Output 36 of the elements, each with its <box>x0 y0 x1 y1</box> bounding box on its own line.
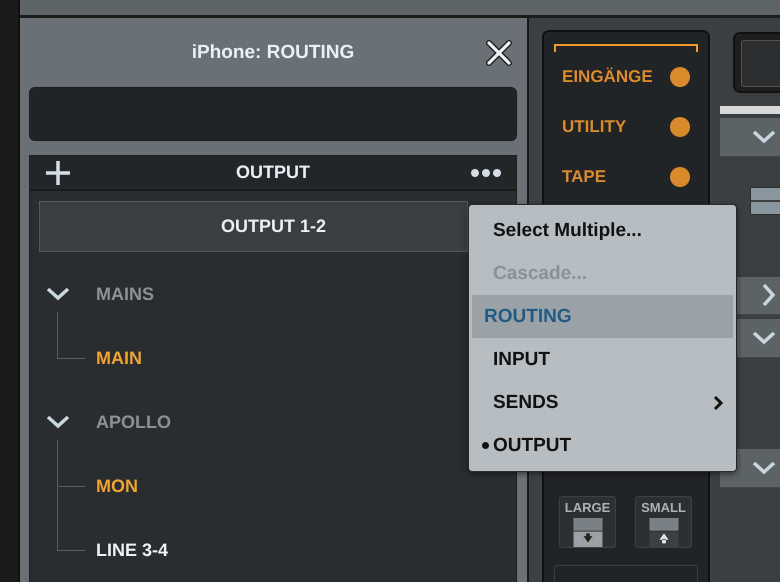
menu-item[interactable]: OUTPUT <box>472 424 733 467</box>
size-button[interactable]: LARGE <box>559 496 616 548</box>
chevron-down-icon[interactable] <box>752 460 776 475</box>
arrow-up-icon <box>648 518 680 547</box>
category-label[interactable]: UTILITY <box>562 117 626 137</box>
chevron-right-icon[interactable] <box>762 283 776 308</box>
output-button[interactable]: OUTPUT 1-2 <box>39 201 468 252</box>
tree-item[interactable]: MAIN <box>96 348 142 368</box>
name-field[interactable] <box>29 87 517 141</box>
status-dot[interactable] <box>670 67 690 87</box>
menu-item[interactable]: Select Multiple... <box>472 209 733 252</box>
tree-item[interactable]: MON <box>96 476 138 496</box>
section-title: OUTPUT <box>235 162 311 183</box>
status-dot[interactable] <box>670 167 690 187</box>
section-header[interactable] <box>720 118 780 157</box>
chevron-down-icon[interactable] <box>752 130 776 144</box>
tree-item[interactable]: LINE 3-4 <box>96 540 168 560</box>
add-icon[interactable] <box>45 160 71 186</box>
chevron-down-icon[interactable] <box>46 287 70 301</box>
more-icon[interactable] <box>470 168 502 178</box>
close-icon[interactable] <box>486 40 512 66</box>
menu-item[interactable]: SENDS <box>472 381 733 424</box>
category-label[interactable]: TAPE <box>562 167 606 187</box>
display-box <box>733 32 780 94</box>
chevron-down-icon[interactable] <box>752 331 776 346</box>
arrow-down-icon <box>572 518 604 547</box>
divider-bar <box>720 106 780 114</box>
panel-title: iPhone: ROUTING <box>190 42 356 64</box>
size-button[interactable]: SMALL <box>635 496 692 548</box>
category-label[interactable]: EINGÄNGE <box>562 67 653 87</box>
fader-icon <box>750 186 780 215</box>
group-label[interactable]: MAINS <box>96 284 154 304</box>
status-dot[interactable] <box>670 117 690 137</box>
group-label[interactable]: APOLLO <box>96 412 171 432</box>
menu-item[interactable]: INPUT <box>472 338 733 381</box>
chevron-down-icon[interactable] <box>46 415 70 429</box>
